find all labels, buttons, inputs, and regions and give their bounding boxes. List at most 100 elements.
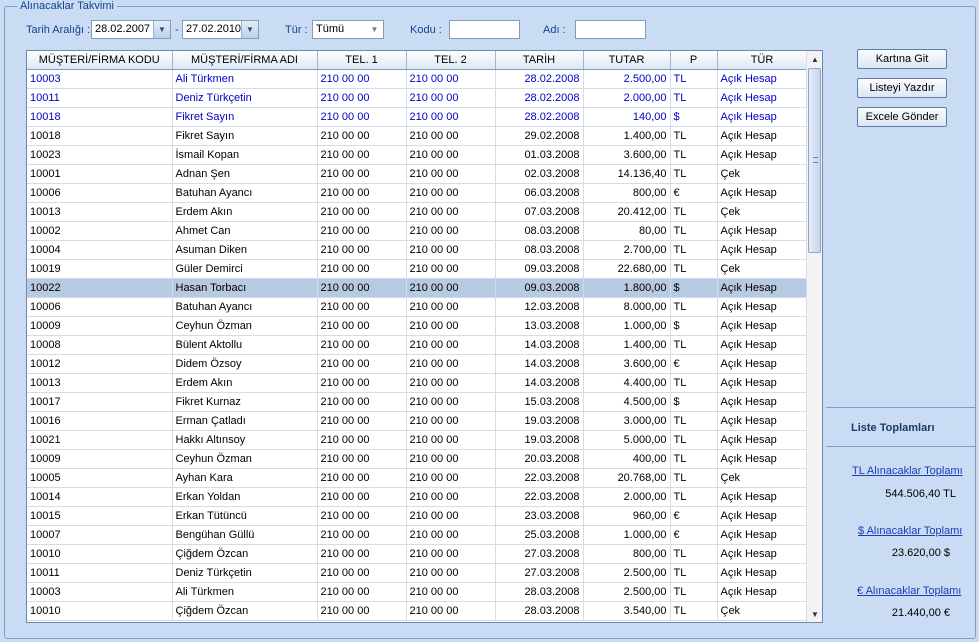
table-row[interactable]: 10021 Hakkı Altınsoy 210 00 00 210 00 00 19.… <box>27 430 808 450</box>
cell-name: Erkan Tütüncü <box>172 506 318 526</box>
table-row[interactable]: 10011 Deniz Türkçetin 210 00 00 210 00 00 27… <box>27 563 808 583</box>
scroll-down-icon[interactable]: ▼ <box>807 606 822 622</box>
cell-type: Açık Hesap <box>717 335 808 355</box>
cell-tel2: 210 00 00 <box>406 449 496 469</box>
table-row[interactable]: 10009 Ceyhun Özman 210 00 00 210 00 00 13.03… <box>27 316 808 336</box>
table-body: 10003 Ali Türkmen 210 00 00 210 00 00 28.02.… <box>27 69 808 621</box>
cell-tel2: 210 00 00 <box>406 164 496 184</box>
column-header-date[interactable]: TARİH <box>495 51 584 70</box>
cell-amount: 1.000,00 <box>583 525 671 545</box>
cell-code: 10002 <box>27 221 173 241</box>
chevron-down-icon[interactable]: ▼ <box>153 21 170 38</box>
date-separator: - <box>175 24 179 36</box>
chevron-down-icon[interactable]: ▼ <box>241 21 258 38</box>
table-row[interactable]: 10014 Erkan Yoldan 210 00 00 210 00 00 22.03… <box>27 487 808 507</box>
tl-total-link[interactable]: TL Alınacaklar Toplamı <box>852 465 963 477</box>
column-header-amount[interactable]: TUTAR <box>583 51 671 70</box>
cell-tel1: 210 00 00 <box>317 278 407 298</box>
type-select[interactable]: Tümü ▼ <box>312 20 384 39</box>
cell-date: 28.02.2008 <box>495 88 584 108</box>
cell-code: 10017 <box>27 392 173 412</box>
table-row[interactable]: 10010 Çiğdem Özcan 210 00 00 210 00 00 28.03… <box>27 601 808 621</box>
cell-code: 10008 <box>27 335 173 355</box>
cell-date: 23.03.2008 <box>495 506 584 526</box>
table-row[interactable]: 10013 Erdem Akın 210 00 00 210 00 00 07.03.2… <box>27 202 808 222</box>
table-row[interactable]: 10006 Batuhan Ayancı 210 00 00 210 00 00 12.… <box>27 297 808 317</box>
date-to-picker[interactable]: 27.02.2010 ▼ <box>182 20 259 39</box>
table-row[interactable]: 10009 Ceyhun Özman 210 00 00 210 00 00 20.03… <box>27 449 808 469</box>
scroll-thumb[interactable] <box>808 68 821 253</box>
table-row[interactable]: 10015 Erkan Tütüncü 210 00 00 210 00 00 23.0… <box>27 506 808 526</box>
table-header-row: MÜŞTERİ/FİRMA KODU MÜŞTERİ/FİRMA ADI TEL… <box>27 51 808 70</box>
cell-currency: TL <box>670 164 718 184</box>
table-row[interactable]: 10002 Ahmet Can 210 00 00 210 00 00 08.03.20… <box>27 221 808 241</box>
receivables-grid[interactable]: MÜŞTERİ/FİRMA KODU MÜŞTERİ/FİRMA ADI TEL… <box>26 50 823 623</box>
print-list-button[interactable]: Listeyi Yazdır <box>857 78 947 98</box>
type-label: Tür : <box>285 24 308 36</box>
table-row[interactable]: 10019 Güler Demirci 210 00 00 210 00 00 09.0… <box>27 259 808 279</box>
eur-total-link[interactable]: € Alınacaklar Toplamı <box>857 585 961 597</box>
cell-tel2: 210 00 00 <box>406 563 496 583</box>
table-row[interactable]: 10004 Asuman Diken 210 00 00 210 00 00 08.03… <box>27 240 808 260</box>
cell-amount: 1.400,00 <box>583 126 671 146</box>
cell-currency: TL <box>670 297 718 317</box>
cell-currency: TL <box>670 563 718 583</box>
go-to-card-button[interactable]: Kartına Git <box>857 49 947 69</box>
cell-currency: TL <box>670 487 718 507</box>
table-row[interactable]: 10022 Hasan Torbacı 210 00 00 210 00 00 09.0… <box>27 278 808 298</box>
date-from-picker[interactable]: 28.02.2007 ▼ <box>91 20 171 39</box>
table-row[interactable]: 10017 Fikret Kurnaz 210 00 00 210 00 00 15.0… <box>27 392 808 412</box>
cell-tel2: 210 00 00 <box>406 354 496 374</box>
table-row[interactable]: 10003 Ali Türkmen 210 00 00 210 00 00 28.02.… <box>27 69 808 89</box>
cell-type: Çek <box>717 259 808 279</box>
cell-tel1: 210 00 00 <box>317 126 407 146</box>
cell-date: 20.03.2008 <box>495 449 584 469</box>
cell-currency: TL <box>670 126 718 146</box>
column-header-type[interactable]: TÜR <box>717 51 808 70</box>
code-input[interactable] <box>449 20 520 39</box>
chevron-down-icon[interactable]: ▼ <box>366 21 383 38</box>
column-header-code[interactable]: MÜŞTERİ/FİRMA KODU <box>27 51 173 70</box>
column-header-tel1[interactable]: TEL. 1 <box>317 51 407 70</box>
date-range-label: Tarih Aralığı : <box>26 24 91 36</box>
cell-tel2: 210 00 00 <box>406 544 496 564</box>
column-header-tel2[interactable]: TEL. 2 <box>406 51 496 70</box>
table-row[interactable]: 10007 Bengühan Güllü 210 00 00 210 00 00 25.… <box>27 525 808 545</box>
cell-name: Erdem Akın <box>172 373 318 393</box>
column-header-currency[interactable]: P <box>670 51 718 70</box>
cell-name: Ceyhun Özman <box>172 449 318 469</box>
cell-tel2: 210 00 00 <box>406 468 496 488</box>
table-row[interactable]: 10012 Didem Özsoy 210 00 00 210 00 00 14.03.… <box>27 354 808 374</box>
table-row[interactable]: 10023 İsmail Kopan 210 00 00 210 00 00 01.03… <box>27 145 808 165</box>
table-row[interactable]: 10016 Erman Çatladı 210 00 00 210 00 00 19.0… <box>27 411 808 431</box>
table-row[interactable]: 10018 Fikret Sayın 210 00 00 210 00 00 28.02… <box>27 107 808 127</box>
cell-tel1: 210 00 00 <box>317 430 407 450</box>
cell-type: Açık Hesap <box>717 373 808 393</box>
cell-amount: 3.600,00 <box>583 354 671 374</box>
cell-code: 10003 <box>27 69 173 89</box>
table-row[interactable]: 10010 Çiğdem Özcan 210 00 00 210 00 00 27.03… <box>27 544 808 564</box>
scroll-up-icon[interactable]: ▲ <box>807 51 822 67</box>
cell-currency: $ <box>670 316 718 336</box>
cell-code: 10023 <box>27 145 173 165</box>
cell-type: Açık Hesap <box>717 88 808 108</box>
table-row[interactable]: 10011 Deniz Türkçetin 210 00 00 210 00 00 28… <box>27 88 808 108</box>
usd-total-link[interactable]: $ Alınacaklar Toplamı <box>858 525 962 537</box>
cell-tel1: 210 00 00 <box>317 164 407 184</box>
name-input[interactable] <box>575 20 646 39</box>
cell-tel1: 210 00 00 <box>317 145 407 165</box>
table-row[interactable]: 10001 Adnan Şen 210 00 00 210 00 00 02.03.20… <box>27 164 808 184</box>
cell-tel1: 210 00 00 <box>317 88 407 108</box>
table-row[interactable]: 10006 Batuhan Ayancı 210 00 00 210 00 00 06.… <box>27 183 808 203</box>
table-row[interactable]: 10013 Erdem Akın 210 00 00 210 00 00 14.03.2… <box>27 373 808 393</box>
export-excel-button[interactable]: Excele Gönder <box>857 107 947 127</box>
column-header-name[interactable]: MÜŞTERİ/FİRMA ADI <box>172 51 318 70</box>
table-row[interactable]: 10008 Bülent Aktollu 210 00 00 210 00 00 14.… <box>27 335 808 355</box>
table-row[interactable]: 10005 Ayhan Kara 210 00 00 210 00 00 22.03.2… <box>27 468 808 488</box>
vertical-scrollbar[interactable]: ▲ ▼ <box>806 51 822 622</box>
cell-tel2: 210 00 00 <box>406 183 496 203</box>
cell-date: 19.03.2008 <box>495 411 584 431</box>
table-row[interactable]: 10018 Fikret Sayın 210 00 00 210 00 00 29.02… <box>27 126 808 146</box>
cell-tel1: 210 00 00 <box>317 373 407 393</box>
table-row[interactable]: 10003 Ali Türkmen 210 00 00 210 00 00 28.03.… <box>27 582 808 602</box>
